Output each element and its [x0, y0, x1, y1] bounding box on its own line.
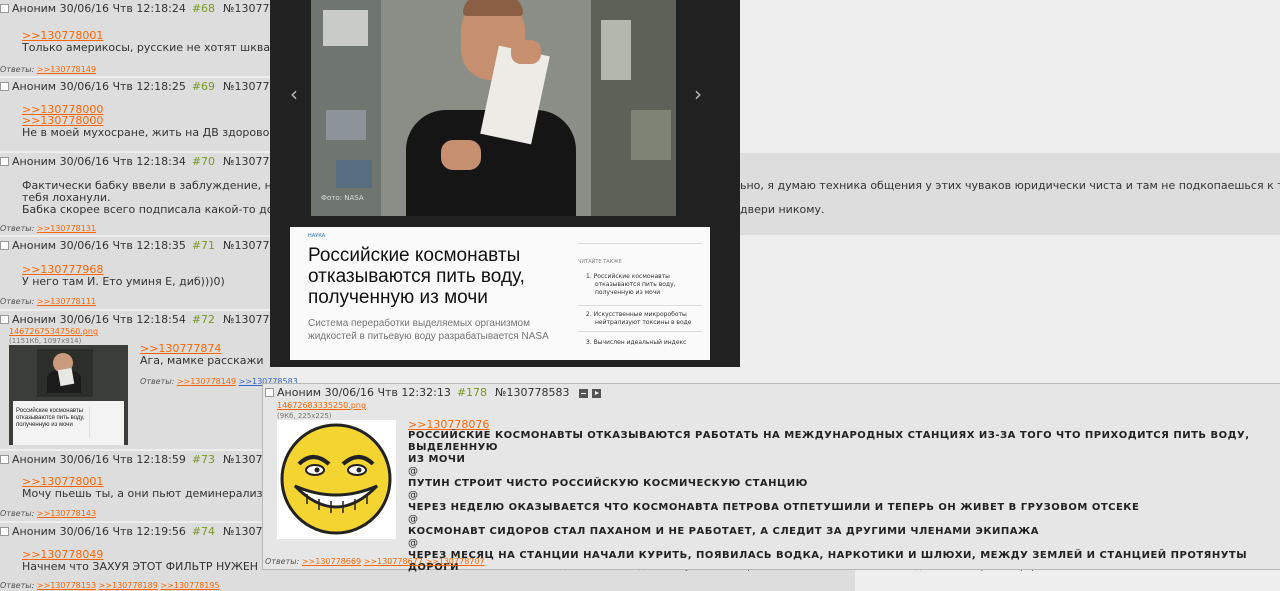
- popup-text-line: РОССИЙСКИЕ КОСМОНАВТЫ ОТКАЗЫВАЮТСЯ РАБОТ…: [408, 430, 1250, 453]
- replies-label: Ответы:: [0, 224, 35, 233]
- post-header: Аноним 30/06/16 Чтв 12:18:54: [12, 313, 186, 326]
- reply-link[interactable]: >>130778143: [37, 509, 96, 518]
- popup-text-line: @: [408, 538, 419, 549]
- post-checkbox[interactable]: [0, 314, 9, 324]
- sidebar-item-2[interactable]: 2. Искусственные микророботы нейтрализую…: [586, 311, 691, 327]
- post-73: Аноним 30/06/16 Чтв 12:18:59 #73 №1307780 …: [0, 451, 293, 521]
- post-text: У него там И. Ето уминя Е, диб)))0): [22, 275, 225, 288]
- image-viewer[interactable]: Фото: NASA ‹ › НАУКА Российские космонав…: [270, 0, 740, 367]
- post-72: Аноним 30/06/16 Чтв 12:18:54 #72 №1307780 …: [0, 311, 298, 449]
- post-checkbox[interactable]: [0, 526, 9, 536]
- article-lead: Система переработки выделяемых организмо…: [308, 318, 530, 329]
- post-header: Аноним 30/06/16 Чтв 12:18:25: [12, 80, 186, 93]
- replies-label: Ответы:: [265, 557, 300, 566]
- post-number[interactable]: #74: [192, 525, 215, 538]
- post-number[interactable]: #71: [192, 239, 215, 252]
- photo-credit: Фото: NASA: [321, 194, 364, 202]
- hide-icon[interactable]: [578, 388, 588, 398]
- sidebar-item-3[interactable]: 3. Вычислен идеальный индекс: [586, 339, 686, 347]
- sidebar-item-1[interactable]: 1. Российские космонавты отказываются пи…: [586, 273, 676, 297]
- reply-link[interactable]: >>130778149: [37, 65, 96, 74]
- post-number[interactable]: #69: [192, 80, 215, 93]
- file-link[interactable]: 14672683335250.png: [277, 401, 366, 410]
- replies-label: Ответы:: [0, 297, 35, 306]
- post-header: Аноним 30/06/16 Чтв 12:19:56: [12, 525, 186, 538]
- reply-link[interactable]: >>130778677: [364, 557, 423, 566]
- post-text: Только америкосы, русские не хотят шквар…: [22, 41, 298, 54]
- reply-link[interactable]: >>130778189: [99, 581, 158, 590]
- article-headline: Российские космонавты: [308, 245, 521, 266]
- reply-popup: Аноним 30/06/16 Чтв 12:32:13 #178 №1307785…: [262, 383, 1280, 573]
- reply-link[interactable]: >>130778131: [37, 224, 96, 233]
- prev-arrow-icon[interactable]: ‹: [290, 82, 298, 106]
- trollface-image[interactable]: [277, 420, 396, 539]
- post-69: Аноним 30/06/16 Чтв 12:18:25 #69 №1307780 …: [0, 78, 296, 151]
- post-checkbox[interactable]: [0, 3, 9, 13]
- post-text: Не в моей мухосране, жить на ДВ здорово,…: [22, 126, 296, 139]
- reply-link[interactable]: >>130778149: [177, 377, 236, 386]
- post-text: ьно, я думаю техника общения у этих чува…: [740, 179, 1280, 192]
- reply-link[interactable]: >>130778195: [160, 581, 219, 590]
- post-header: Аноним 30/06/16 Чтв 12:32:13: [277, 386, 451, 399]
- post-id[interactable]: №130778583: [495, 386, 569, 399]
- file-meta: (1151Кб, 1097x914): [9, 337, 82, 345]
- replies-label: Ответы:: [140, 377, 175, 386]
- post-68: Аноним 30/06/16 Чтв 12:18:24 #68 №1307780 …: [0, 0, 297, 76]
- post-checkbox[interactable]: [0, 81, 9, 91]
- article-headline: полученную из мочи: [308, 287, 488, 308]
- post-header: Аноним 30/06/16 Чтв 12:18:24: [12, 2, 186, 15]
- post-thumbnail[interactable]: Российские космонавты отказываются пить в…: [9, 345, 128, 445]
- post-number[interactable]: #73: [192, 453, 215, 466]
- popup-text-line: ПУТИН СТРОИТ ЧИСТО РОССИЙСКУЮ КОСМИЧЕСКУ…: [408, 478, 808, 489]
- file-link[interactable]: 14672675347560.png: [9, 327, 98, 336]
- popup-text-line: ЧЕРЕЗ НЕДЕЛЮ ОКАЗЫВАЕТСЯ ЧТО КОСМОНАВТА …: [408, 502, 1140, 513]
- post-checkbox[interactable]: [0, 454, 9, 464]
- post-text: Мочу пьешь ты, а они пьют деминерализова…: [22, 487, 293, 500]
- article-category: НАУКА: [308, 233, 326, 239]
- replies-label: Ответы:: [0, 65, 35, 74]
- replies-label: Ответы:: [0, 581, 35, 590]
- post-checkbox[interactable]: [0, 156, 9, 166]
- article-preview: НАУКА Российские космонавты отказываются…: [290, 227, 710, 360]
- post-number[interactable]: #72: [192, 313, 215, 326]
- popup-text-line: @: [408, 514, 419, 525]
- post-checkbox[interactable]: [265, 387, 274, 397]
- reply-link[interactable]: >>130778707: [425, 557, 484, 566]
- post-text: Ага, мамке расскажи: [140, 354, 264, 367]
- post-number[interactable]: #68: [192, 2, 215, 15]
- post-header: Аноним 30/06/16 Чтв 12:18:59: [12, 453, 186, 466]
- post-text: Начнем что ЗАХУЯ ЭТОТ ФИЛЬТР НУЖЕН ПРИ: [22, 560, 285, 573]
- popup-text-line: @: [408, 490, 419, 501]
- popup-text-line: ИЗ МОЧИ: [408, 454, 466, 465]
- post-number[interactable]: #70: [192, 155, 215, 168]
- replies-label: Ответы:: [0, 509, 35, 518]
- trollface-icon: [280, 423, 392, 535]
- article-lead: жидкостей в питьевую воду разрабатываетс…: [308, 331, 549, 342]
- popup-text-line: КОСМОНАВТ СИДОРОВ СТАЛ ПАХАНОМ И НЕ РАБО…: [408, 526, 1039, 537]
- popup-text-line: @: [408, 466, 419, 477]
- post-header: Аноним 30/06/16 Чтв 12:18:35: [12, 239, 186, 252]
- post-checkbox[interactable]: [0, 240, 9, 250]
- post-text: двери никому.: [740, 203, 825, 216]
- reply-link[interactable]: >>130778153: [37, 581, 96, 590]
- sidebar-title: ЧИТАЙТЕ ТАКЖЕ: [578, 259, 622, 265]
- post-71: Аноним 30/06/16 Чтв 12:18:35 #71 №1307780 …: [0, 237, 283, 309]
- article-headline: отказываются пить воду,: [308, 266, 525, 287]
- reply-link[interactable]: >>130778111: [37, 297, 96, 306]
- post-text: Бабка скорее всего подписала какой-то до…: [22, 203, 293, 216]
- post-header: Аноним 30/06/16 Чтв 12:18:34: [12, 155, 186, 168]
- reply-link[interactable]: >>130778669: [302, 557, 361, 566]
- next-arrow-icon[interactable]: ›: [694, 82, 702, 106]
- play-icon[interactable]: [592, 388, 602, 398]
- file-meta: (9Кб, 225x225): [277, 412, 332, 420]
- popup-text-line: ЧЕРЕЗ МЕСЯЦ НА СТАНЦИИ НАЧАЛИ КУРИТЬ, ПО…: [408, 550, 1248, 573]
- post-number[interactable]: #178: [457, 386, 487, 399]
- astronaut-photo[interactable]: Фото: NASA: [311, 0, 676, 216]
